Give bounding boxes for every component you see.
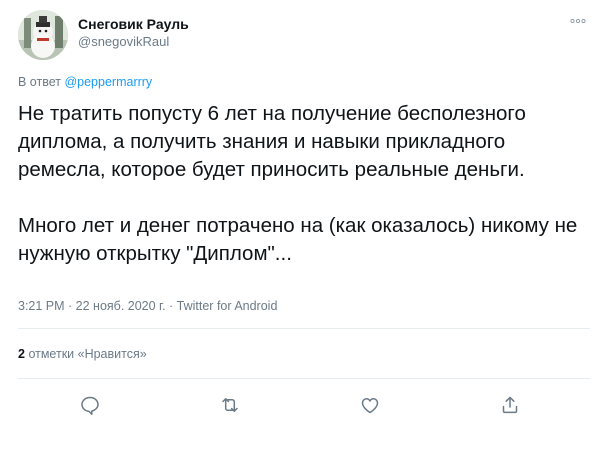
tweet-timestamp[interactable]: 3:21 PM · 22 нояб. 2020 г. · Twitter for… bbox=[18, 298, 277, 314]
author-display-name[interactable]: Снеговик Рауль bbox=[78, 15, 189, 33]
likes-count: 2 bbox=[18, 347, 25, 361]
avatar[interactable] bbox=[18, 10, 68, 60]
likes-summary[interactable]: 2 отметки «Нравится» bbox=[18, 346, 147, 362]
tweet-paragraph-2: Много лет и денег потрачено на (как оказ… bbox=[18, 214, 578, 265]
more-dots-icon[interactable] bbox=[570, 14, 586, 24]
action-bar bbox=[0, 392, 600, 418]
tweet-text: Не тратить попусту 6 лет на получение бе… bbox=[18, 100, 590, 268]
tweet-paragraph-1: Не тратить попусту 6 лет на получение бе… bbox=[18, 102, 526, 181]
likes-label: отметки «Нравится» bbox=[28, 347, 147, 361]
tweet-header: Снеговик Рауль @snegovikRaul bbox=[18, 10, 588, 62]
tweet-card: Снеговик Рауль @snegovikRaul В ответ @pe… bbox=[0, 0, 600, 451]
author-handle[interactable]: @snegovikRaul bbox=[78, 33, 189, 51]
divider bbox=[18, 378, 590, 379]
retweet-icon[interactable] bbox=[217, 392, 243, 418]
author-names: Снеговик Рауль @snegovikRaul bbox=[78, 15, 189, 51]
comment-icon[interactable] bbox=[77, 392, 103, 418]
divider bbox=[18, 328, 590, 329]
share-icon[interactable] bbox=[497, 392, 523, 418]
heart-icon[interactable] bbox=[357, 392, 383, 418]
reply-mention-link[interactable]: @peppermarrry bbox=[64, 75, 152, 89]
reply-context: В ответ @peppermarrry bbox=[18, 74, 152, 90]
reply-prefix: В ответ bbox=[18, 75, 61, 89]
